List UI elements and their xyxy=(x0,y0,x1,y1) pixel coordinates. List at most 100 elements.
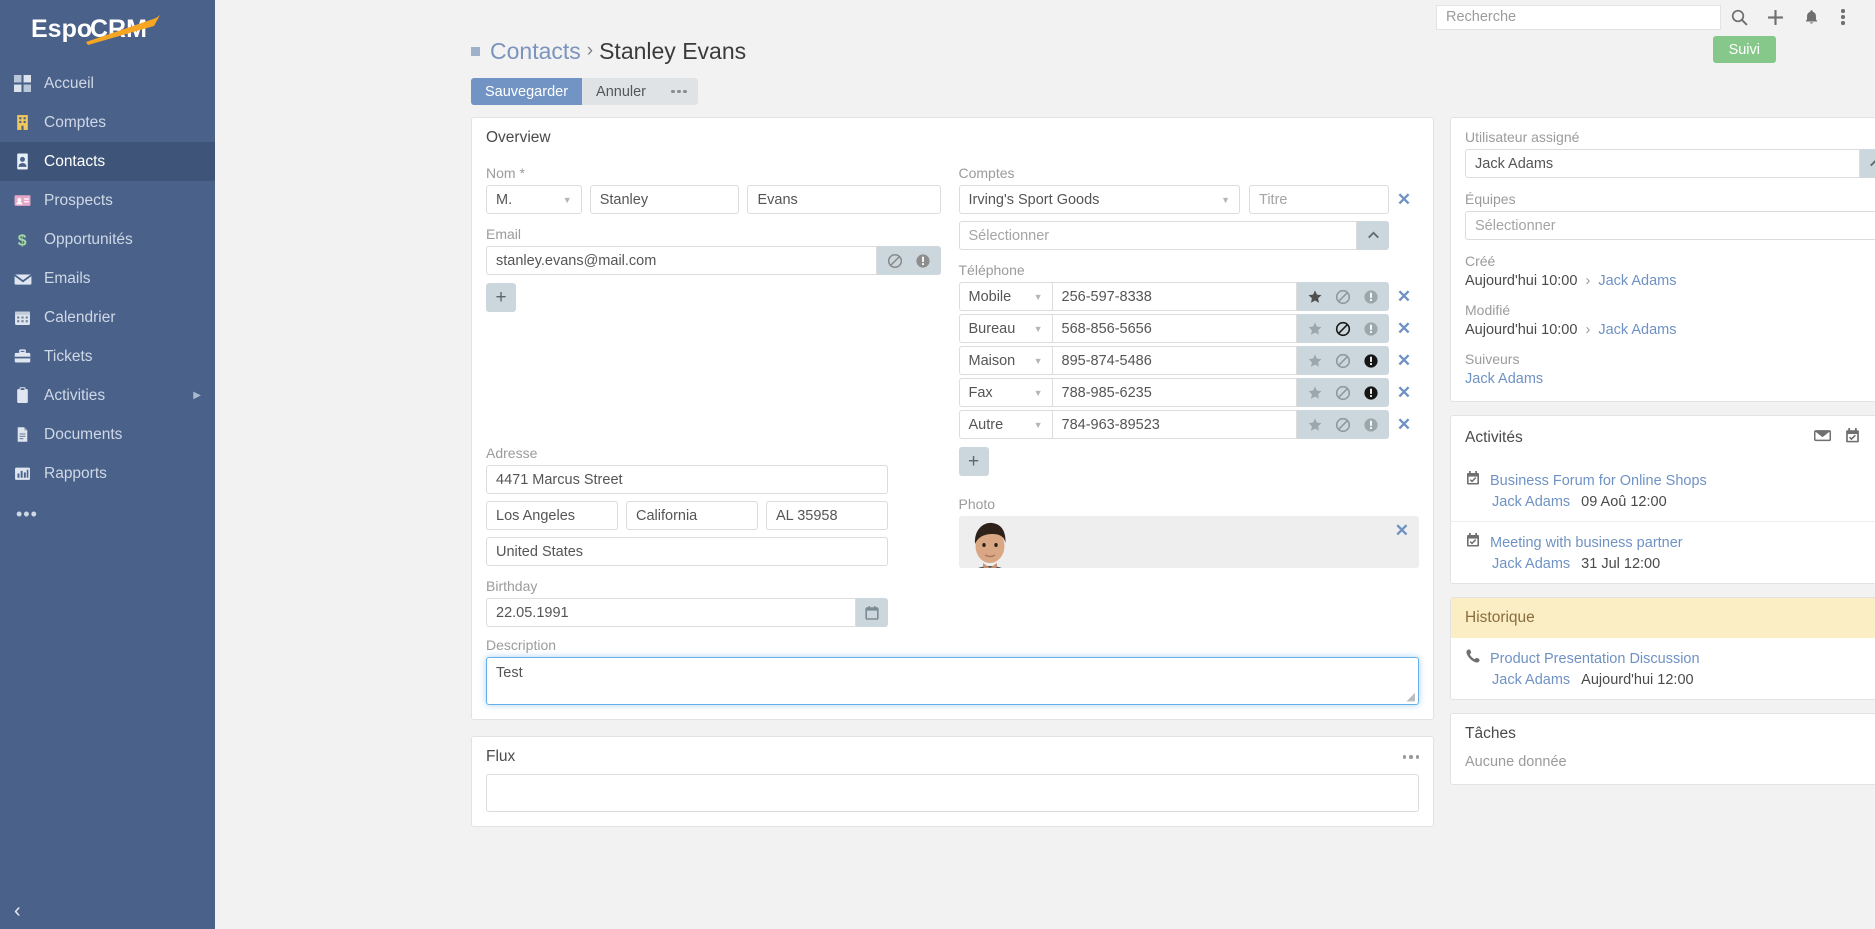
phone-number-input[interactable]: 895-874-5486 xyxy=(1051,346,1297,375)
remove-phone-button[interactable]: ✕ xyxy=(1389,378,1419,407)
follow-button[interactable]: Suivi xyxy=(1712,36,1776,63)
sidebar-item-tickets[interactable]: Tickets xyxy=(0,337,215,376)
remove-phone-button[interactable]: ✕ xyxy=(1389,282,1419,311)
address-city-input[interactable]: Los Angeles xyxy=(486,501,618,530)
schedule-meeting-icon[interactable] xyxy=(1844,427,1861,449)
sidebar-collapse-button[interactable]: ‹ xyxy=(14,901,21,921)
phone-type-select[interactable]: Bureau ▼ xyxy=(958,314,1052,343)
sidebar-item-activities[interactable]: Activities ▶ xyxy=(0,376,215,415)
first-name-input[interactable]: Stanley xyxy=(589,185,740,214)
remove-phone-button[interactable]: ✕ xyxy=(1389,410,1419,439)
resize-grip-icon[interactable]: ◢ xyxy=(1407,690,1415,703)
salutation-select[interactable]: M. ▼ xyxy=(486,185,582,214)
phone-number-input[interactable]: 788-985-6235 xyxy=(1051,378,1297,407)
account-value: Irving's Sport Goods xyxy=(968,191,1100,208)
app-logo[interactable]: Espo CRM CRM xyxy=(0,0,215,52)
address-postal-input[interactable]: AL 35958 xyxy=(766,501,888,530)
phone-number-input[interactable]: 256-597-8338 xyxy=(1051,282,1297,311)
plus-icon[interactable] xyxy=(1757,9,1793,26)
remove-account-button[interactable]: ✕ xyxy=(1389,190,1419,210)
list-item-user-link[interactable]: Jack Adams xyxy=(1492,672,1570,688)
sidebar-item-emails[interactable]: Emails xyxy=(0,259,215,298)
created-user-link[interactable]: Jack Adams xyxy=(1598,273,1676,289)
address-state-input[interactable]: California xyxy=(626,501,758,530)
breadcrumb-parent-link[interactable]: Contacts xyxy=(490,38,581,65)
kebab-menu-icon[interactable] xyxy=(1829,9,1857,25)
record-action-buttons: Sauvegarder Annuler xyxy=(471,78,1875,105)
remove-photo-button[interactable]: ✕ xyxy=(1395,521,1409,541)
flux-menu-button[interactable] xyxy=(1402,755,1419,759)
email-input[interactable]: stanley.evans@mail.com xyxy=(486,246,877,275)
address-street-input[interactable]: 4471 Marcus Street xyxy=(486,465,888,494)
bell-icon[interactable] xyxy=(1793,9,1829,26)
add-phone-button[interactable]: + xyxy=(958,447,989,476)
chevron-up-icon[interactable] xyxy=(1363,221,1383,250)
phone-type-select[interactable]: Maison ▼ xyxy=(958,346,1052,375)
remove-phone-button[interactable]: ✕ xyxy=(1389,314,1419,343)
description-textarea[interactable]: Test ◢ xyxy=(486,657,1419,705)
list-item-user-link[interactable]: Jack Adams xyxy=(1492,494,1570,510)
sidebar-more-button[interactable]: ••• xyxy=(0,499,215,529)
phone-primary-icon[interactable] xyxy=(1302,314,1328,343)
assigned-user-input[interactable]: Jack Adams xyxy=(1465,149,1860,178)
sidebar-item-accueil[interactable]: Accueil xyxy=(0,64,215,103)
phone-opt-out-icon[interactable] xyxy=(1330,314,1356,343)
cancel-button[interactable]: Annuler xyxy=(582,78,661,105)
phone-field-label: Téléphone xyxy=(958,262,1025,278)
sidebar-item-comptes[interactable]: Comptes xyxy=(0,103,215,142)
compose-email-icon[interactable] xyxy=(1813,427,1831,449)
search-input[interactable]: Recherche xyxy=(1436,4,1721,30)
sidebar-item-documents[interactable]: Documents xyxy=(0,415,215,454)
account-select-placeholder-input[interactable]: Sélectionner xyxy=(958,221,1357,250)
account-select[interactable]: Irving's Sport Goods ▼ xyxy=(958,185,1240,214)
account-title-input[interactable]: Titre xyxy=(1249,185,1389,214)
phone-invalid-icon[interactable] xyxy=(1358,378,1384,407)
address-country-input[interactable]: United States xyxy=(486,537,888,566)
sidebar-item-opportunites[interactable]: $ Opportunités xyxy=(0,220,215,259)
followers-value[interactable]: Jack Adams xyxy=(1465,371,1875,387)
chevron-up-icon[interactable] xyxy=(1860,149,1875,178)
phone-primary-icon[interactable] xyxy=(1302,410,1328,439)
phone-primary-icon[interactable] xyxy=(1302,282,1328,311)
phone-opt-out-icon[interactable] xyxy=(1330,410,1356,439)
remove-phone-button[interactable]: ✕ xyxy=(1389,346,1419,375)
phone-invalid-icon[interactable] xyxy=(1358,410,1384,439)
phone-type-select[interactable]: Autre ▼ xyxy=(958,410,1052,439)
phone-opt-out-icon[interactable] xyxy=(1330,282,1356,311)
sidebar-item-contacts[interactable]: Contacts xyxy=(0,142,215,181)
last-name-input[interactable]: Evans xyxy=(747,185,941,214)
phone-type-select[interactable]: Fax ▼ xyxy=(958,378,1052,407)
list-item-link[interactable]: Business Forum for Online Shops xyxy=(1490,473,1707,489)
phone-primary-icon[interactable] xyxy=(1302,378,1328,407)
phone-opt-out-icon[interactable] xyxy=(1330,378,1356,407)
modified-user-link[interactable]: Jack Adams xyxy=(1598,322,1676,338)
phone-primary-icon[interactable] xyxy=(1302,346,1328,375)
add-email-button[interactable]: + xyxy=(486,283,516,312)
phone-invalid-icon[interactable] xyxy=(1358,346,1384,375)
save-button[interactable]: Sauvegarder xyxy=(471,78,583,105)
phone-invalid-icon[interactable] xyxy=(1358,282,1384,311)
overview-panel: Overview Nom * M. ▼ Stanley Evans Email … xyxy=(471,117,1434,720)
phone-number-input[interactable]: 568-856-5656 xyxy=(1051,314,1297,343)
phone-type-value: Maison xyxy=(968,352,1016,369)
phone-number-input[interactable]: 784-963-89523 xyxy=(1051,410,1297,439)
sidebar-item-rapports[interactable]: Rapports xyxy=(0,454,215,493)
flux-post-input[interactable] xyxy=(486,774,1419,812)
list-item-link[interactable]: Meeting with business partner xyxy=(1490,535,1683,551)
search-icon[interactable] xyxy=(1721,9,1757,26)
email-opt-out-icon[interactable] xyxy=(882,246,908,275)
overview-fields: Nom * M. ▼ Stanley Evans Email stanley.e… xyxy=(472,153,1433,633)
list-item-user-link[interactable]: Jack Adams xyxy=(1492,556,1570,572)
email-invalid-icon[interactable] xyxy=(910,246,936,275)
sidebar: Espo CRM CRM Accueil Comptes xyxy=(0,0,215,929)
sidebar-item-prospects[interactable]: Prospects xyxy=(0,181,215,220)
more-actions-button[interactable] xyxy=(660,78,698,105)
sidebar-item-calendrier[interactable]: Calendrier xyxy=(0,298,215,337)
phone-invalid-icon[interactable] xyxy=(1358,314,1384,343)
list-item-link[interactable]: Product Presentation Discussion xyxy=(1490,651,1700,667)
phone-opt-out-icon[interactable] xyxy=(1330,346,1356,375)
calendar-picker-icon[interactable] xyxy=(856,598,888,627)
phone-type-select[interactable]: Mobile ▼ xyxy=(958,282,1052,311)
birthday-input[interactable]: 22.05.1991 xyxy=(486,598,856,627)
teams-input[interactable]: Sélectionner xyxy=(1465,211,1875,240)
